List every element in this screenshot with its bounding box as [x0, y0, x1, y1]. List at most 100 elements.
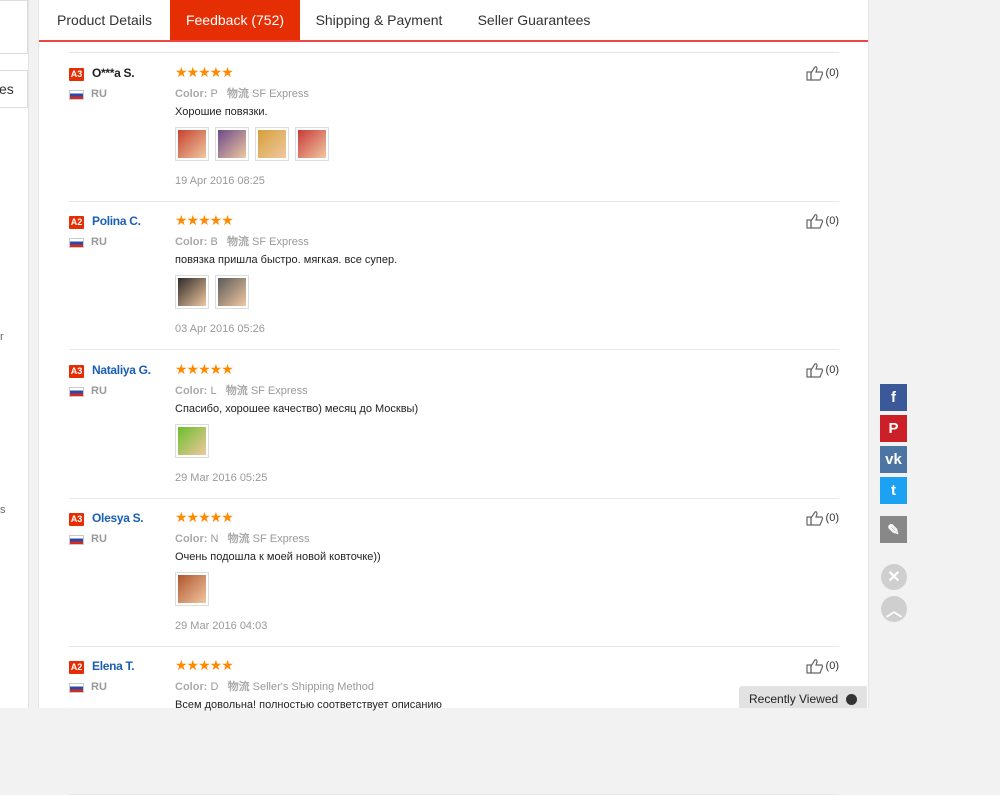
- shipping-value: Seller's Shipping Method: [252, 681, 374, 693]
- review-photo[interactable]: [175, 275, 209, 309]
- helpful-count: (0): [825, 660, 839, 672]
- photo-image: [218, 278, 246, 306]
- shipping-key: 物流: [227, 681, 250, 693]
- buyer-country: RU: [91, 88, 107, 100]
- country-flag-icon: [69, 535, 84, 545]
- shipping-key: 物流: [227, 533, 250, 545]
- buyer-country: RU: [91, 236, 107, 248]
- left-fragment-es: es: [0, 81, 14, 97]
- twitter-icon[interactable]: t: [880, 477, 907, 504]
- chevron-up-icon: [846, 694, 857, 705]
- color-key: Color:: [175, 88, 208, 100]
- buyer-country: RU: [91, 533, 107, 545]
- tab-seller-guarantees[interactable]: Seller Guarantees: [458, 0, 610, 40]
- review-text: повязка пришла быстро. мягкая. все супер…: [175, 254, 398, 266]
- rating-stars: ★★★★★: [175, 657, 234, 673]
- photo-image: [178, 427, 206, 455]
- buyer-name[interactable]: O***a S.: [92, 66, 135, 80]
- helpful-count: (0): [825, 67, 839, 79]
- shipping-value: SF Express: [252, 88, 309, 100]
- country-flag-icon: [69, 90, 84, 100]
- country-flag-icon: [69, 387, 84, 397]
- photo-image: [178, 575, 206, 603]
- thumbs-up-icon: [805, 214, 823, 229]
- review-photo[interactable]: [215, 127, 249, 161]
- photo-image: [178, 278, 206, 306]
- left-nav-item[interactable]: es: [0, 70, 28, 108]
- buyer-name[interactable]: Olesya S.: [92, 511, 144, 525]
- pinterest-icon[interactable]: P: [880, 415, 907, 442]
- review-date: 03 Apr 2016 05:26: [175, 323, 265, 335]
- review-photo[interactable]: [175, 127, 209, 161]
- edit-icon[interactable]: ✎: [880, 516, 907, 543]
- left-fragment-r: r: [0, 331, 4, 343]
- feedback-item: A2 Elena T. RU ★★★★★ Color: D 物流 Seller's Sh…: [69, 646, 839, 795]
- thumbs-up-icon: [805, 511, 823, 526]
- photo-image: [258, 130, 286, 158]
- tab-feedback[interactable]: Feedback (752): [170, 0, 300, 40]
- feedback-item: A3 Olesya S. RU ★★★★★ Color: N 物流 SF Express…: [69, 498, 839, 647]
- helpful-count: (0): [825, 512, 839, 524]
- left-fragment-s: s: [0, 504, 6, 516]
- photo-image: [178, 130, 206, 158]
- helpful-button[interactable]: (0): [805, 213, 839, 229]
- review-photo[interactable]: [255, 127, 289, 161]
- order-info: Color: N 物流 SF Express: [175, 530, 310, 546]
- recently-viewed-bar[interactable]: Recently Viewed: [739, 686, 867, 708]
- color-value: B: [210, 236, 218, 248]
- review-text: Спасибо, хорошее качество) месяц до Моск…: [175, 403, 419, 415]
- color-value: D: [210, 681, 219, 693]
- order-info: Color: P 物流 SF Express: [175, 85, 309, 101]
- helpful-count: (0): [825, 364, 839, 376]
- color-key: Color:: [175, 533, 208, 545]
- tab-product-details[interactable]: Product Details: [39, 0, 170, 40]
- rating-stars: ★★★★★: [175, 361, 234, 377]
- buyer-level-badge: A2: [69, 216, 84, 229]
- feedback-item: A2 Polina C. RU ★★★★★ Color: B 物流 SF Express…: [69, 201, 839, 350]
- buyer-level-badge: A3: [69, 513, 84, 526]
- helpful-button[interactable]: (0): [805, 65, 839, 81]
- vk-icon[interactable]: vk: [880, 446, 907, 473]
- buyer-name[interactable]: Polina C.: [92, 214, 141, 228]
- left-panel: es r s: [0, 0, 29, 708]
- color-key: Color:: [175, 236, 208, 248]
- helpful-button[interactable]: (0): [805, 510, 839, 526]
- rating-stars: ★★★★★: [175, 509, 234, 525]
- buyer-country: RU: [91, 681, 107, 693]
- review-photo[interactable]: [175, 424, 209, 458]
- tab-shipping-payment[interactable]: Shipping & Payment: [300, 0, 458, 40]
- order-info: Color: L 物流 SF Express: [175, 382, 308, 398]
- shipping-key: 物流: [225, 385, 248, 397]
- review-photo[interactable]: [215, 275, 249, 309]
- left-box: [0, 0, 28, 54]
- close-icon[interactable]: ✕: [881, 564, 907, 590]
- buyer-level-badge: A2: [69, 661, 84, 674]
- rating-stars: ★★★★★: [175, 64, 234, 80]
- review-photo[interactable]: [175, 572, 209, 606]
- shipping-key: 物流: [226, 236, 249, 248]
- country-flag-icon: [69, 238, 84, 248]
- shipping-value: SF Express: [252, 236, 309, 248]
- shipping-key: 物流: [226, 88, 249, 100]
- buyer-name[interactable]: Elena T.: [92, 659, 135, 673]
- color-value: P: [210, 88, 218, 100]
- color-value: L: [210, 385, 217, 397]
- shipping-value: SF Express: [252, 533, 310, 545]
- helpful-button[interactable]: (0): [805, 658, 839, 674]
- review-text: Всем довольна! полностью соответствует о…: [175, 699, 442, 711]
- review-photo[interactable]: [295, 127, 329, 161]
- buyer-level-badge: A3: [69, 365, 84, 378]
- facebook-icon[interactable]: f: [880, 384, 907, 411]
- buyer-level-badge: A3: [69, 68, 84, 81]
- tab-bar: Product Details Feedback (752) Shipping …: [39, 0, 868, 42]
- buyer-name[interactable]: Nataliya G.: [92, 363, 151, 377]
- color-value: N: [210, 533, 219, 545]
- helpful-button[interactable]: (0): [805, 362, 839, 378]
- review-date: 29 Mar 2016 04:03: [175, 620, 268, 632]
- color-key: Color:: [175, 681, 208, 693]
- review-text: Хорошие повязки.: [175, 106, 268, 118]
- feedback-item: A3 Nataliya G. RU ★★★★★ Color: L 物流 SF Expre…: [69, 350, 839, 499]
- product-panel: Product Details Feedback (752) Shipping …: [38, 0, 869, 795]
- scroll-top-icon[interactable]: ︿: [881, 596, 907, 622]
- recently-viewed-label: Recently Viewed: [749, 692, 839, 706]
